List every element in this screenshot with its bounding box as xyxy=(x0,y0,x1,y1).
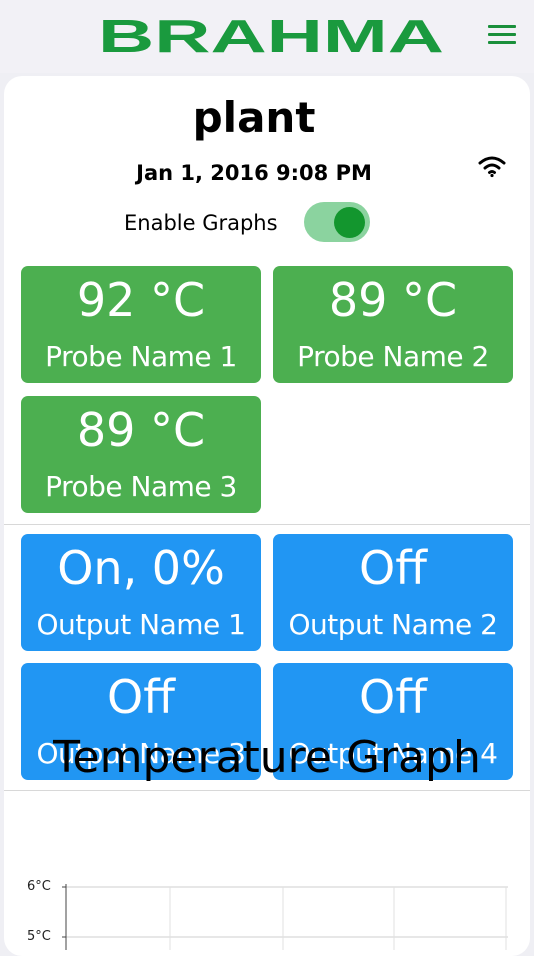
probe-tile-1[interactable]: 92 °C Probe Name 1 xyxy=(21,266,261,383)
brahma-logo: BRAHMA xyxy=(98,16,444,56)
probe-name: Probe Name 2 xyxy=(297,340,489,373)
device-datetime: Jan 1, 2016 9:08 PM xyxy=(136,161,372,185)
probe-name: Probe Name 1 xyxy=(45,340,237,373)
wifi-icon xyxy=(478,156,506,178)
section-divider xyxy=(4,790,530,791)
output-value: On, 0% xyxy=(57,541,225,595)
toggle-knob xyxy=(334,207,365,238)
probe-value: 89 °C xyxy=(328,273,458,327)
output-tile-2[interactable]: Off Output Name 2 xyxy=(273,534,513,651)
probe-tile-2[interactable]: 89 °C Probe Name 2 xyxy=(273,266,513,383)
output-tile-1[interactable]: On, 0% Output Name 1 xyxy=(21,534,261,651)
graph-title: Temperature Graph xyxy=(53,732,481,783)
output-value: Off xyxy=(359,541,427,595)
probe-value: 92 °C xyxy=(76,273,206,327)
output-name: Output Name 1 xyxy=(36,608,246,641)
device-name: plant xyxy=(192,93,316,142)
output-value: Off xyxy=(359,670,427,724)
output-name: Output Name 2 xyxy=(288,608,498,641)
enable-graphs-label: Enable Graphs xyxy=(124,211,278,235)
probe-name: Probe Name 3 xyxy=(45,470,237,503)
graph-grid xyxy=(62,884,508,950)
probe-tile-3[interactable]: 89 °C Probe Name 3 xyxy=(21,396,261,513)
section-divider xyxy=(4,524,530,525)
output-value: Off xyxy=(107,670,175,724)
enable-graphs-toggle[interactable] xyxy=(304,202,370,242)
hamburger-menu-icon[interactable] xyxy=(488,25,516,49)
logo-text: BRAHMA xyxy=(98,16,444,56)
app-header: BRAHMA xyxy=(0,0,534,73)
probe-value: 89 °C xyxy=(76,403,206,457)
